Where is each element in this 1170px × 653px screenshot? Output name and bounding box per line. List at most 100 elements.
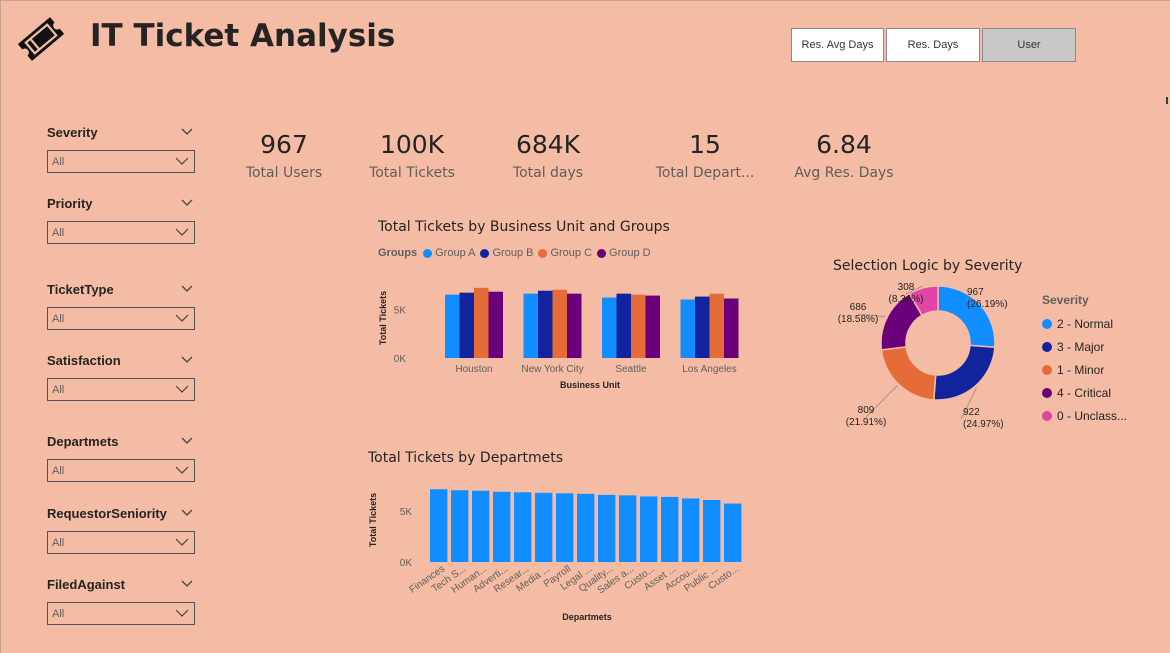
legend-dot bbox=[1042, 341, 1052, 352]
data-label: 686 bbox=[850, 302, 867, 313]
bar bbox=[451, 490, 469, 562]
chevron-down-icon bbox=[175, 314, 189, 322]
slicer-satisfaction: Satisfaction All bbox=[47, 353, 197, 401]
legend-item[interactable]: Group D bbox=[597, 247, 651, 259]
legend-label: Group D bbox=[609, 247, 651, 259]
bar bbox=[577, 493, 595, 562]
chart-legend: Groups Group A Group B Group C Group D bbox=[378, 247, 656, 259]
x-tick-label: New York City bbox=[521, 364, 583, 375]
bar bbox=[724, 298, 739, 358]
legend-dot bbox=[423, 248, 433, 258]
legend-item[interactable]: 1 - Minor bbox=[1042, 358, 1127, 381]
percent-label: (26.19%) bbox=[967, 299, 1008, 310]
bar bbox=[567, 293, 582, 358]
legend-item[interactable]: 2 - Normal bbox=[1042, 312, 1127, 335]
severity-dropdown[interactable]: All bbox=[47, 150, 195, 173]
bar bbox=[695, 296, 710, 358]
bar bbox=[602, 297, 617, 358]
y-axis-label: Total Tickets bbox=[378, 291, 388, 345]
severity-donut-chart: 967(26.19%) 922(24.97%) 809(21.91%) 686(18.… bbox=[838, 282, 1008, 430]
y-axis-label: Total Tickets bbox=[368, 493, 378, 547]
legend-label: Group C bbox=[550, 247, 593, 259]
kpi-total-tickets: 100K Total Tickets bbox=[342, 130, 482, 181]
data-label: 967 bbox=[967, 287, 984, 298]
bar bbox=[619, 495, 637, 562]
kpi-label: Avg Res. Days bbox=[794, 165, 894, 181]
kpi-avg-res-days: 6.84 Avg Res. Days bbox=[774, 130, 914, 181]
bar bbox=[538, 290, 553, 358]
requestorseniority-dropdown[interactable]: All bbox=[47, 531, 195, 554]
legend-item[interactable]: 0 - Unclass... bbox=[1042, 404, 1127, 427]
tab-user[interactable]: User bbox=[982, 28, 1076, 62]
departmets-dropdown[interactable]: All bbox=[47, 459, 195, 482]
kpi-total-days: 684K Total days bbox=[478, 130, 618, 181]
tickettype-dropdown[interactable]: All bbox=[47, 307, 195, 330]
percent-label: (21.91%) bbox=[846, 417, 887, 428]
bar bbox=[493, 491, 511, 562]
legend-label: 4 - Critical bbox=[1057, 385, 1112, 400]
x-axis-label: Business Unit bbox=[560, 380, 620, 390]
dropdown-value: All bbox=[52, 313, 65, 325]
chevron-down-icon bbox=[175, 538, 189, 546]
legend-title: Severity bbox=[1042, 293, 1089, 307]
chevron-down-icon[interactable] bbox=[180, 196, 194, 210]
chevron-down-icon[interactable] bbox=[180, 577, 194, 591]
legend-item[interactable]: 3 - Major bbox=[1042, 335, 1127, 358]
page-title: IT Ticket Analysis bbox=[90, 18, 396, 54]
legend-label: Group B bbox=[492, 247, 534, 259]
priority-dropdown[interactable]: All bbox=[47, 221, 195, 244]
dropdown-value: All bbox=[52, 465, 65, 477]
departments-chart: 0K5KTotal TicketsFinancesTech S...Human.… bbox=[368, 489, 742, 622]
frame-left-border bbox=[0, 0, 1, 653]
chevron-down-icon[interactable] bbox=[180, 282, 194, 296]
chevron-down-icon[interactable] bbox=[180, 353, 194, 367]
slicer-departmets: Departmets All bbox=[47, 434, 197, 482]
legend-dot bbox=[1042, 318, 1052, 329]
legend-item[interactable]: Group B bbox=[480, 247, 533, 259]
legend-item[interactable]: 4 - Critical bbox=[1042, 381, 1127, 404]
legend-item[interactable]: Group C bbox=[538, 247, 592, 259]
chevron-down-icon bbox=[175, 228, 189, 236]
bar bbox=[631, 294, 646, 358]
business-unit-chart: 0K 5K Total Tickets Houston New York City Sea… bbox=[378, 287, 739, 390]
x-tick-label: Seattle bbox=[615, 364, 647, 375]
kpi-total-users: 967 Total Users bbox=[214, 130, 354, 181]
kpi-value: 15 bbox=[689, 130, 721, 159]
legend-dot bbox=[597, 248, 607, 258]
chevron-down-icon bbox=[175, 609, 189, 617]
dropdown-value: All bbox=[52, 608, 65, 620]
dropdown-value: All bbox=[52, 537, 65, 549]
chart-title: Selection Logic by Severity bbox=[833, 258, 1023, 274]
tab-res-avg-days[interactable]: Res. Avg Days bbox=[791, 28, 884, 62]
satisfaction-dropdown[interactable]: All bbox=[47, 378, 195, 401]
chevron-down-icon[interactable] bbox=[180, 125, 194, 139]
percent-label: (8.34%) bbox=[888, 294, 923, 305]
chart-title: Total Tickets by Business Unit and Group… bbox=[378, 219, 670, 235]
kpi-label: Total Tickets bbox=[369, 165, 455, 181]
filedagainst-dropdown[interactable]: All bbox=[47, 602, 195, 625]
legend-item[interactable]: Group A bbox=[423, 247, 475, 259]
chart-title: Total Tickets by Departmets bbox=[368, 450, 564, 466]
bar bbox=[682, 498, 700, 562]
slicer-filedagainst: FiledAgainst All bbox=[47, 577, 197, 625]
bar bbox=[616, 293, 631, 358]
chevron-down-icon[interactable] bbox=[180, 434, 194, 448]
kpi-label: Total Users bbox=[245, 165, 323, 181]
kpi-value: 100K bbox=[379, 130, 445, 159]
bar bbox=[514, 492, 532, 562]
legend-dot bbox=[1042, 387, 1052, 398]
slicer-title: RequestorSeniority bbox=[47, 506, 167, 521]
slicer-title: Priority bbox=[47, 196, 93, 211]
dropdown-value: All bbox=[52, 156, 65, 168]
x-tick-label: Houston bbox=[455, 364, 492, 375]
donut-slice bbox=[933, 344, 996, 401]
dropdown-value: All bbox=[52, 227, 65, 239]
chevron-down-icon[interactable] bbox=[180, 506, 194, 520]
y-tick-label: 0K bbox=[394, 354, 407, 365]
legend-dot bbox=[480, 248, 490, 258]
data-label: 308 bbox=[898, 282, 915, 293]
bar bbox=[430, 489, 448, 562]
percent-label: (24.97%) bbox=[963, 419, 1004, 430]
bar bbox=[645, 295, 660, 358]
tab-res-days[interactable]: Res. Days bbox=[886, 28, 980, 62]
